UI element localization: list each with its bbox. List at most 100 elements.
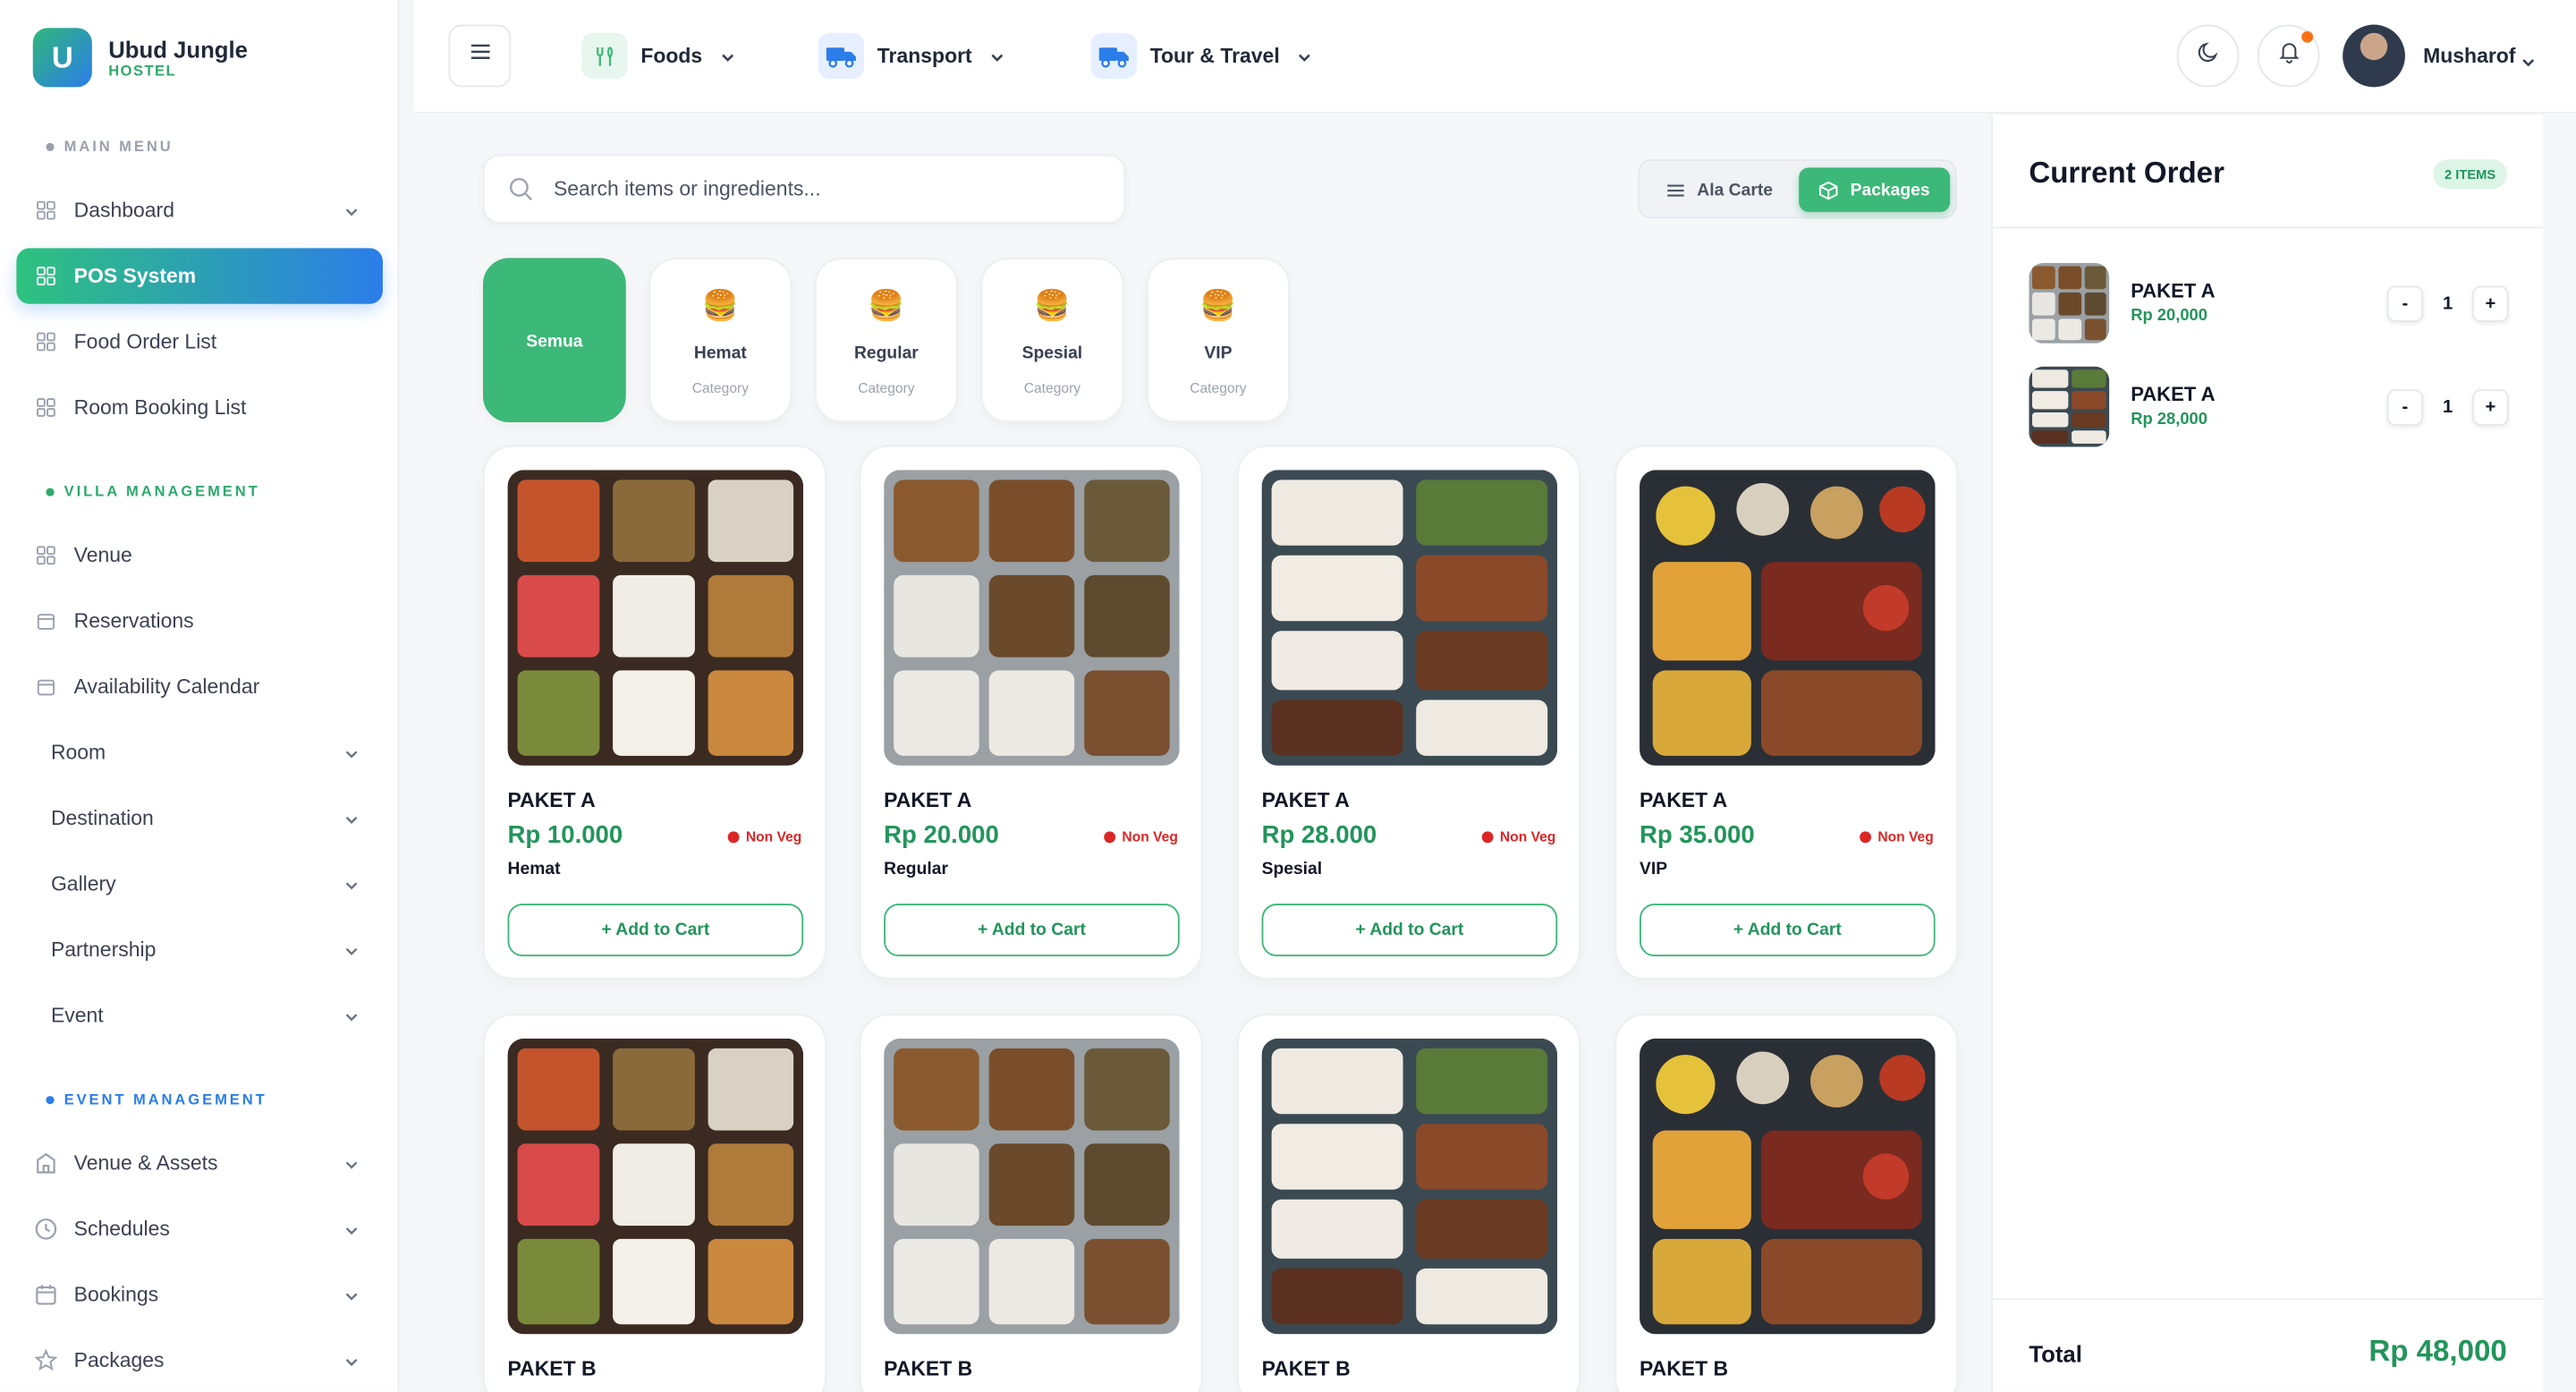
sidebar: U Ubud Jungle HOSTEL MAIN MENU Dashboard… bbox=[0, 0, 400, 1392]
category-vip[interactable]: 🍔 VIP Category bbox=[1147, 258, 1290, 423]
sidebar-item-label: Partnership bbox=[50, 938, 157, 962]
topnav-tour-travel[interactable]: Tour & Travel bbox=[1090, 32, 1313, 80]
burger-icon: 🍔 bbox=[868, 289, 905, 322]
product-image bbox=[507, 470, 804, 766]
category-sub: Category bbox=[1190, 379, 1247, 396]
increase-button[interactable]: + bbox=[2472, 388, 2509, 425]
category-name: Semua bbox=[526, 332, 583, 352]
sidebar-item-label: POS System bbox=[73, 264, 197, 288]
topnav-label: Foods bbox=[640, 44, 703, 68]
star-icon bbox=[34, 1348, 58, 1372]
chevron-down-icon bbox=[988, 47, 1004, 64]
sidebar-item-label: Destination bbox=[50, 806, 154, 830]
product-price: Rp 35.000 bbox=[1640, 821, 1755, 850]
order-item-thumbnail bbox=[2029, 366, 2110, 447]
order-title: Current Order bbox=[2029, 156, 2224, 190]
add-to-cart-button[interactable]: + Add to Cart bbox=[1640, 904, 1936, 956]
sidebar-item-label: Packages bbox=[73, 1348, 165, 1372]
quantity-value: 1 bbox=[2443, 396, 2453, 417]
order-item-price: Rp 20,000 bbox=[2131, 307, 2207, 326]
chevron-down-icon[interactable] bbox=[2520, 49, 2536, 67]
product-name: PAKET B bbox=[1640, 1357, 1729, 1380]
search-input[interactable] bbox=[553, 177, 1080, 201]
decrease-button[interactable]: - bbox=[2386, 284, 2424, 322]
sidebar-item-event[interactable]: Event bbox=[16, 988, 383, 1043]
sidebar-item-venue[interactable]: Venue bbox=[16, 528, 383, 583]
sidebar-item-pos-system[interactable]: POS System bbox=[16, 248, 383, 304]
add-to-cart-button[interactable]: + Add to Cart bbox=[507, 904, 804, 956]
user-name[interactable]: Musharof bbox=[2423, 45, 2515, 68]
non-veg-badge: Non Veg bbox=[1860, 828, 1934, 845]
quantity-stepper: - 1 + bbox=[2386, 284, 2509, 322]
ala-carte-button[interactable]: Ala Carte bbox=[1665, 167, 1797, 212]
topbar: Foods Transport Tour & Travel Musharof bbox=[413, 0, 2576, 114]
grid-icon bbox=[35, 265, 58, 288]
calendar-icon bbox=[35, 1283, 58, 1306]
notifications-button[interactable] bbox=[2257, 24, 2320, 88]
chevron-down-icon bbox=[343, 202, 360, 218]
category-sub: Category bbox=[858, 379, 915, 396]
order-item-name: PAKET A bbox=[2131, 279, 2216, 302]
topnav-transport[interactable]: Transport bbox=[818, 32, 1005, 80]
sidebar-item-availability-calendar[interactable]: Availability Calendar bbox=[16, 659, 383, 715]
category-spesial[interactable]: 🍔 Spesial Category bbox=[980, 258, 1124, 423]
add-to-cart-button[interactable]: + Add to Cart bbox=[884, 904, 1180, 956]
building-icon bbox=[35, 1152, 58, 1176]
total-value: Rp 48,000 bbox=[2368, 1334, 2507, 1368]
brand-logo: U bbox=[32, 28, 92, 88]
sidebar-item-label: Availability Calendar bbox=[73, 675, 260, 699]
product-name: PAKET B bbox=[1261, 1357, 1351, 1380]
product-name: PAKET A bbox=[507, 788, 596, 812]
truck-icon bbox=[818, 32, 865, 80]
dot-icon bbox=[1860, 830, 1871, 843]
non-veg-badge: Non Veg bbox=[727, 828, 801, 845]
quantity-stepper: - 1 + bbox=[2386, 387, 2509, 425]
brand-sub: HOSTEL bbox=[108, 62, 177, 80]
product-name: PAKET B bbox=[507, 1357, 597, 1380]
menu-toggle-button[interactable] bbox=[448, 24, 512, 88]
grid-icon bbox=[35, 396, 58, 420]
sidebar-item-room-booking-list[interactable]: Room Booking List bbox=[16, 379, 383, 435]
decrease-button[interactable]: - bbox=[2386, 388, 2424, 425]
product-image bbox=[884, 470, 1180, 766]
sidebar-item-venue-assets[interactable]: Venue & Assets bbox=[16, 1135, 383, 1191]
sidebar-item-partnership[interactable]: Partnership bbox=[16, 921, 383, 977]
sidebar-item-room[interactable]: Room bbox=[16, 725, 383, 780]
packages-button[interactable]: Packages bbox=[1799, 167, 1951, 212]
grid-icon bbox=[35, 199, 58, 222]
chevron-down-icon bbox=[343, 1286, 360, 1303]
add-to-cart-button[interactable]: + Add to Cart bbox=[1261, 904, 1558, 956]
category-regular[interactable]: 🍔 Regular Category bbox=[815, 258, 958, 423]
order-item-price: Rp 28,000 bbox=[2131, 411, 2207, 429]
bell-icon bbox=[2276, 39, 2301, 72]
sidebar-item-gallery[interactable]: Gallery bbox=[16, 856, 383, 912]
brand[interactable]: U Ubud Jungle HOSTEL bbox=[32, 28, 248, 88]
dot-icon bbox=[1104, 830, 1116, 843]
sidebar-item-dashboard[interactable]: Dashboard bbox=[16, 182, 383, 238]
category-hemat[interactable]: 🍔 Hemat Category bbox=[648, 258, 792, 423]
section-event-management: EVENT MANAGEMENT bbox=[46, 1091, 267, 1108]
sidebar-item-bookings[interactable]: Bookings bbox=[16, 1267, 383, 1322]
dark-mode-button[interactable] bbox=[2176, 24, 2240, 88]
divider bbox=[1992, 226, 2546, 229]
sidebar-item-packages[interactable]: Packages bbox=[16, 1333, 383, 1388]
sidebar-item-reservations[interactable]: Reservations bbox=[16, 593, 383, 649]
sidebar-item-schedules[interactable]: Schedules bbox=[16, 1201, 383, 1257]
chevron-down-icon bbox=[343, 941, 360, 957]
topnav-foods[interactable]: Foods bbox=[581, 32, 735, 80]
product-card: PAKET B bbox=[482, 1014, 826, 1392]
menu-type-toggle: Ala Carte Packages bbox=[1638, 159, 1957, 219]
calendar-icon bbox=[35, 609, 58, 632]
increase-button[interactable]: + bbox=[2472, 284, 2509, 322]
sidebar-item-food-order-list[interactable]: Food Order List bbox=[16, 314, 383, 369]
sidebar-item-label: Dashboard bbox=[73, 199, 174, 222]
avatar[interactable] bbox=[2343, 24, 2405, 88]
product-image bbox=[507, 1038, 804, 1335]
category-semua[interactable]: Semua bbox=[482, 258, 626, 423]
sidebar-item-destination[interactable]: Destination bbox=[16, 790, 383, 845]
sidebar-item-label: Bookings bbox=[73, 1283, 159, 1307]
ala-carte-label: Ala Carte bbox=[1697, 180, 1774, 200]
order-item: PAKET A Rp 28,000 - 1 + bbox=[2029, 366, 2509, 449]
burger-icon: 🍔 bbox=[701, 289, 739, 322]
product-category: Hemat bbox=[507, 859, 561, 879]
